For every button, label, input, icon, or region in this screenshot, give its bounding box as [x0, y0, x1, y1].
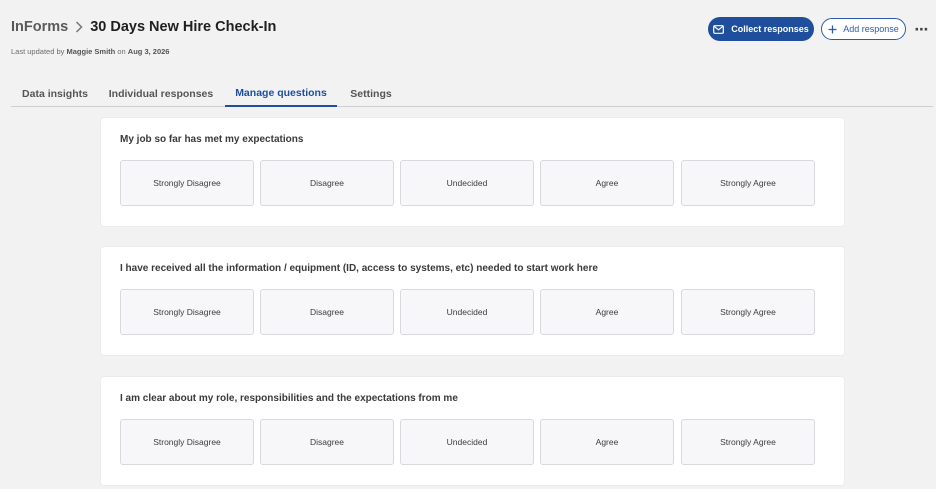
option-strongly-disagree[interactable]: Strongly Disagree: [120, 289, 254, 335]
question-card: I have received all the information / eq…: [101, 247, 844, 355]
option-strongly-disagree[interactable]: Strongly Disagree: [120, 160, 254, 206]
breadcrumb: InForms 30 Days New Hire Check-In: [11, 19, 276, 35]
page-header: InForms 30 Days New Hire Check-In Last u…: [0, 0, 936, 70]
option-agree[interactable]: Agree: [540, 160, 674, 206]
option-disagree[interactable]: Disagree: [260, 419, 394, 465]
last-updated-date: Aug 3, 2026: [127, 47, 170, 56]
add-response-button[interactable]: Add response: [821, 18, 906, 40]
plus-icon: [828, 25, 837, 34]
option-undecided[interactable]: Undecided: [400, 419, 534, 465]
tab-data-insights[interactable]: Data insights: [11, 80, 99, 107]
option-strongly-disagree[interactable]: Strongly Disagree: [120, 419, 254, 465]
last-updated-info: Last updated by Maggie Smith on Aug 3, 2…: [11, 47, 169, 56]
question-title: I am clear about my role, responsibiliti…: [120, 393, 458, 404]
breadcrumb-root-link[interactable]: InForms: [11, 19, 68, 35]
collect-responses-label: Collect responses: [731, 24, 809, 34]
option-undecided[interactable]: Undecided: [400, 160, 534, 206]
option-strongly-agree[interactable]: Strongly Agree: [681, 419, 815, 465]
tab-individual-responses[interactable]: Individual responses: [104, 80, 218, 107]
option-strongly-agree[interactable]: Strongly Agree: [681, 160, 815, 206]
collect-responses-button[interactable]: Collect responses: [708, 17, 814, 41]
option-strongly-agree[interactable]: Strongly Agree: [681, 289, 815, 335]
last-updated-user: Maggie Smith: [66, 47, 116, 56]
last-updated-prefix: Last updated by: [11, 47, 65, 56]
page-title: 30 Days New Hire Check-In: [90, 19, 277, 35]
more-options-button[interactable]: ⋯: [912, 20, 932, 38]
question-card: My job so far has met my expectations St…: [101, 118, 844, 226]
option-agree[interactable]: Agree: [540, 289, 674, 335]
add-response-label: Add response: [843, 24, 899, 34]
tab-bar: Data insights Individual responses Manag…: [11, 80, 933, 107]
option-disagree[interactable]: Disagree: [260, 289, 394, 335]
question-title: My job so far has met my expectations: [120, 134, 304, 145]
question-card: I am clear about my role, responsibiliti…: [101, 377, 844, 485]
option-agree[interactable]: Agree: [540, 419, 674, 465]
question-title: I have received all the information / eq…: [120, 263, 598, 274]
option-disagree[interactable]: Disagree: [260, 160, 394, 206]
envelope-icon: [713, 24, 725, 34]
option-undecided[interactable]: Undecided: [400, 289, 534, 335]
tab-settings[interactable]: Settings: [344, 80, 398, 107]
last-updated-on: on: [117, 47, 126, 56]
chevron-right-icon: [74, 21, 84, 33]
tab-manage-questions[interactable]: Manage questions: [225, 80, 337, 107]
